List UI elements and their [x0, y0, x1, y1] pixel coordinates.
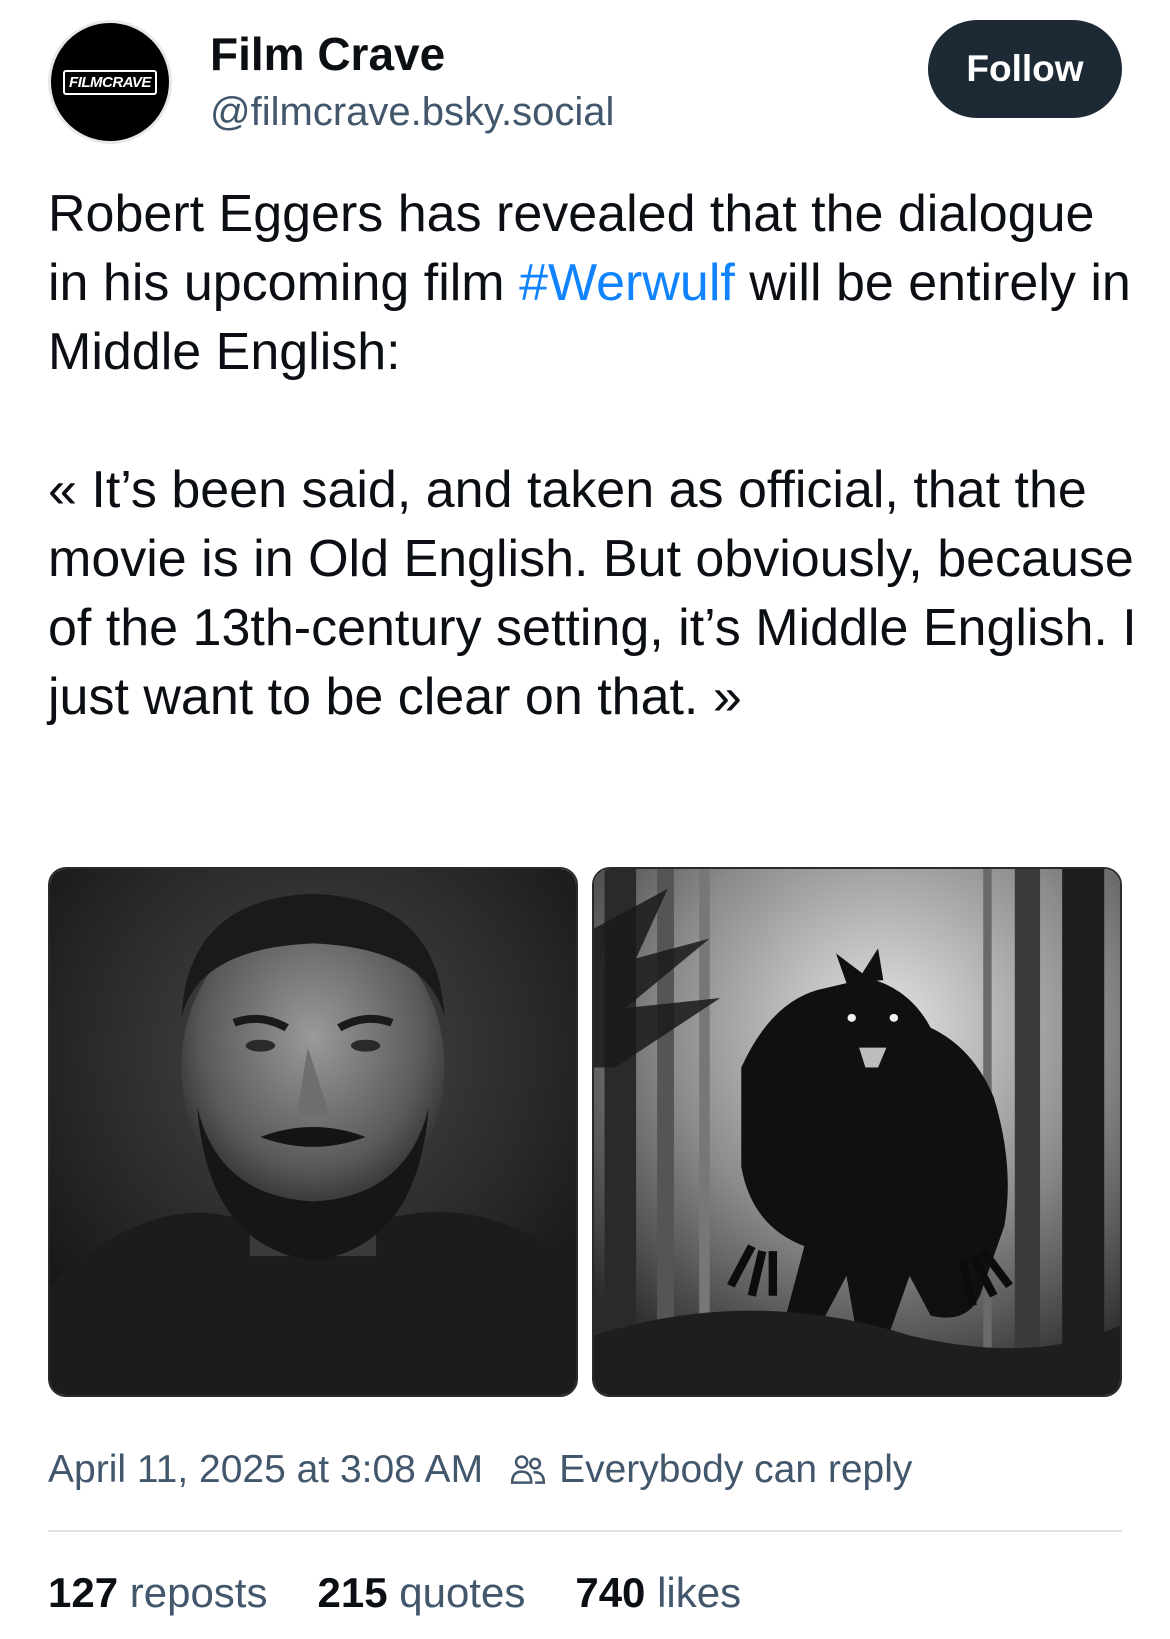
avatar-logo-text: FILMCRAVE: [63, 69, 157, 95]
stat-reposts[interactable]: 127 reposts: [48, 1566, 267, 1620]
post-paragraph-1: Robert Eggers has revealed that the dial…: [48, 180, 1138, 387]
like-count: 740: [575, 1569, 646, 1616]
post-body: Robert Eggers has revealed that the dial…: [48, 180, 1138, 732]
author-display-name[interactable]: Film Crave: [210, 26, 614, 82]
post-paragraph-2: « It’s been said, and taken as official,…: [48, 461, 1137, 726]
hashtag-link[interactable]: #Werwulf: [519, 254, 735, 312]
image-werewolf-forest[interactable]: [592, 867, 1122, 1397]
divider: [48, 1530, 1122, 1532]
quote-label: quotes: [399, 1569, 526, 1616]
author-handle[interactable]: @filmcrave.bsky.social: [210, 86, 614, 138]
engagement-stats: 127 reposts 215 quotes 740 likes: [48, 1566, 741, 1620]
post-timestamp[interactable]: April 11, 2025 at 3:08 AM: [48, 1445, 483, 1495]
post-meta: April 11, 2025 at 3:08 AM Everybody can …: [48, 1445, 912, 1495]
image-robert-eggers-portrait[interactable]: [48, 867, 578, 1397]
avatar[interactable]: FILMCRAVE: [48, 20, 172, 144]
reply-setting: Everybody can reply: [559, 1448, 913, 1491]
stat-likes[interactable]: 740 likes: [575, 1566, 741, 1620]
portrait-photo-icon: [50, 869, 576, 1395]
repost-label: reposts: [129, 1569, 268, 1616]
people-icon: [510, 1455, 546, 1484]
post-header: FILMCRAVE Film Crave @filmcrave.bsky.soc…: [48, 20, 1122, 145]
author-names: Film Crave @filmcrave.bsky.social: [210, 26, 614, 138]
quote-count: 215: [317, 1569, 388, 1616]
follow-button[interactable]: Follow: [928, 20, 1122, 118]
stat-quotes[interactable]: 215 quotes: [317, 1566, 525, 1620]
werewolf-photo-icon: [594, 869, 1120, 1395]
repost-count: 127: [48, 1569, 119, 1616]
like-label: likes: [657, 1569, 742, 1616]
post-images: [48, 867, 1122, 1397]
